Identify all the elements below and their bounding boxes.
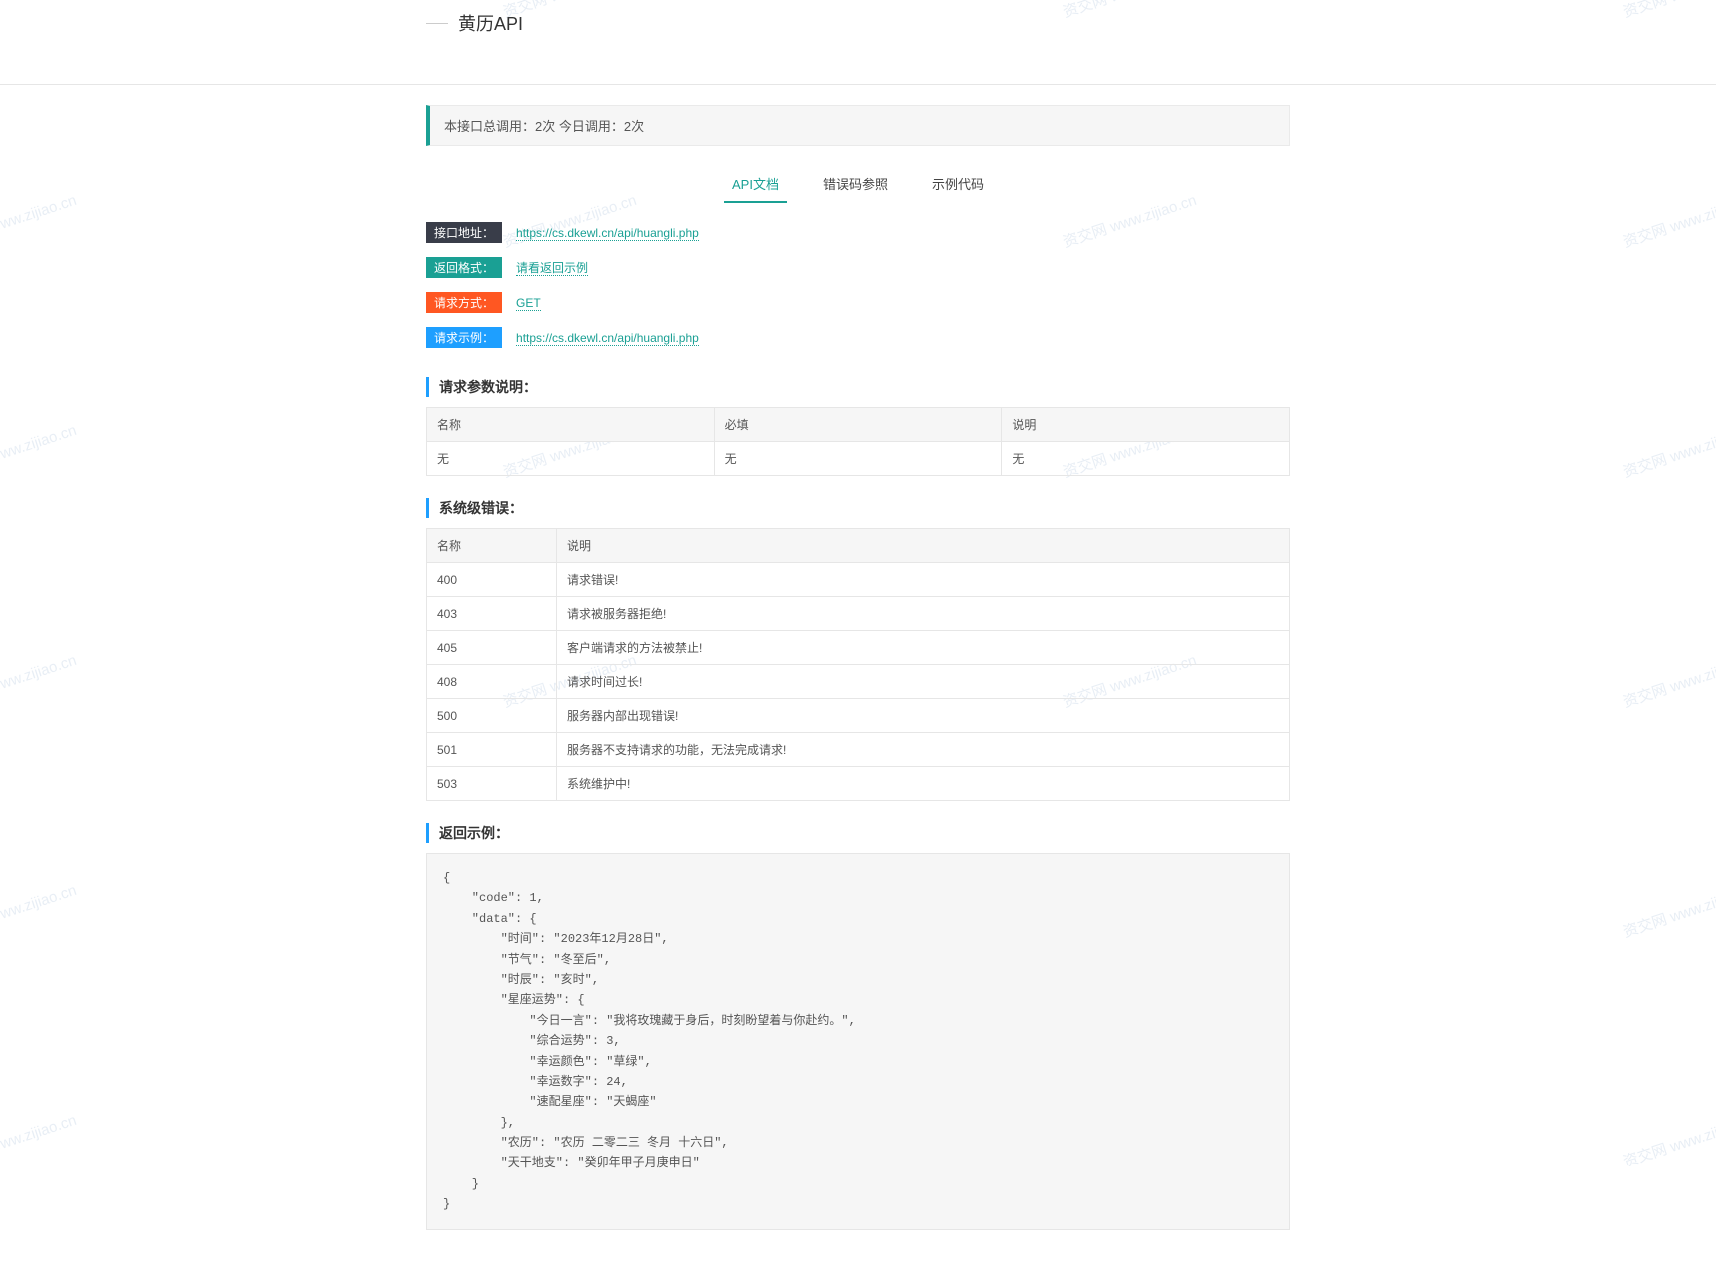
error-code-cell: 501 <box>427 733 557 767</box>
watermark-text: 资交网 www.zijiao.cn <box>0 419 79 482</box>
divider <box>0 84 1716 85</box>
params-col-required: 必填 <box>714 408 1002 442</box>
table-row: 501服务器不支持请求的功能，无法完成请求! <box>427 733 1290 767</box>
watermark-text: 资交网 www.zijiao.cn <box>1620 879 1716 942</box>
section-header-params: 请求参数说明： <box>426 377 1290 397</box>
tab-api-doc[interactable]: API文档 <box>730 168 781 203</box>
watermark-text: 资交网 www.zijiao.cn <box>0 879 79 942</box>
error-desc-cell: 请求时间过长! <box>557 665 1290 699</box>
watermark-text: 资交网 www.zijiao.cn <box>1620 1109 1716 1166</box>
params-col-name: 名称 <box>427 408 715 442</box>
api-address-label: 接口地址： <box>426 222 502 243</box>
error-desc-cell: 服务器不支持请求的功能，无法完成请求! <box>557 733 1290 767</box>
error-code-cell: 405 <box>427 631 557 665</box>
error-desc-cell: 请求被服务器拒绝! <box>557 597 1290 631</box>
page-title-row: 黄历API <box>426 0 1290 44</box>
watermark-text: 资交网 www.zijiao.cn <box>0 1109 79 1166</box>
errors-table: 名称 说明 400请求错误!403请求被服务器拒绝!405客户端请求的方法被禁止… <box>426 528 1290 801</box>
table-cell: 无 <box>427 442 715 476</box>
params-table: 名称 必填 说明 无无无 <box>426 407 1290 476</box>
table-row: 400请求错误! <box>427 563 1290 597</box>
watermark-text: 资交网 www.zijiao.cn <box>1620 649 1716 712</box>
params-col-desc: 说明 <box>1002 408 1290 442</box>
section-header-response: 返回示例： <box>426 823 1290 843</box>
error-code-cell: 408 <box>427 665 557 699</box>
tab-example-code[interactable]: 示例代码 <box>930 168 986 203</box>
errors-col-desc: 说明 <box>557 529 1290 563</box>
table-row: 500服务器内部出现错误! <box>427 699 1290 733</box>
error-desc-cell: 服务器内部出现错误! <box>557 699 1290 733</box>
return-format-label: 返回格式： <box>426 257 502 278</box>
api-info-list: 接口地址： https://cs.dkewl.cn/api/huangli.ph… <box>426 215 1290 355</box>
error-code-cell: 403 <box>427 597 557 631</box>
request-example-label: 请求示例： <box>426 327 502 348</box>
table-row: 408请求时间过长! <box>427 665 1290 699</box>
error-code-cell: 503 <box>427 767 557 801</box>
request-method-value: GET <box>516 296 541 311</box>
table-row: 503系统维护中! <box>427 767 1290 801</box>
watermark-text: 资交网 www.zijiao.cn <box>0 189 79 252</box>
table-row: 无无无 <box>427 442 1290 476</box>
section-header-errors: 系统级错误： <box>426 498 1290 518</box>
response-example-code: { "code": 1, "data": { "时间": "2023年12月28… <box>426 853 1290 1230</box>
tabs: API文档 错误码参照 示例代码 <box>426 168 1290 203</box>
usage-banner: 本接口总调用：2次 今日调用：2次 <box>426 105 1290 146</box>
request-example-link[interactable]: https://cs.dkewl.cn/api/huangli.php <box>516 331 699 346</box>
table-row: 403请求被服务器拒绝! <box>427 597 1290 631</box>
table-cell: 无 <box>714 442 1002 476</box>
watermark-text: 资交网 www.zijiao.cn <box>1620 0 1716 22</box>
error-desc-cell: 请求错误! <box>557 563 1290 597</box>
usage-text: 本接口总调用：2次 今日调用：2次 <box>444 119 644 134</box>
error-desc-cell: 系统维护中! <box>557 767 1290 801</box>
watermark-text: 资交网 www.zijiao.cn <box>1620 419 1716 482</box>
request-method-label: 请求方式： <box>426 292 502 313</box>
error-code-cell: 500 <box>427 699 557 733</box>
api-address-link[interactable]: https://cs.dkewl.cn/api/huangli.php <box>516 226 699 241</box>
table-cell: 无 <box>1002 442 1290 476</box>
errors-col-name: 名称 <box>427 529 557 563</box>
title-dash-icon <box>426 23 448 24</box>
watermark-text: 资交网 www.zijiao.cn <box>0 649 79 712</box>
tab-error-codes[interactable]: 错误码参照 <box>821 168 890 203</box>
page-title: 黄历API <box>458 10 523 36</box>
error-desc-cell: 客户端请求的方法被禁止! <box>557 631 1290 665</box>
error-code-cell: 400 <box>427 563 557 597</box>
watermark-text: 资交网 www.zijiao.cn <box>1620 189 1716 252</box>
table-row: 405客户端请求的方法被禁止! <box>427 631 1290 665</box>
return-format-value: 请看返回示例 <box>516 261 588 276</box>
watermark-text: 资交网 www.zijiao.cn <box>0 0 79 22</box>
